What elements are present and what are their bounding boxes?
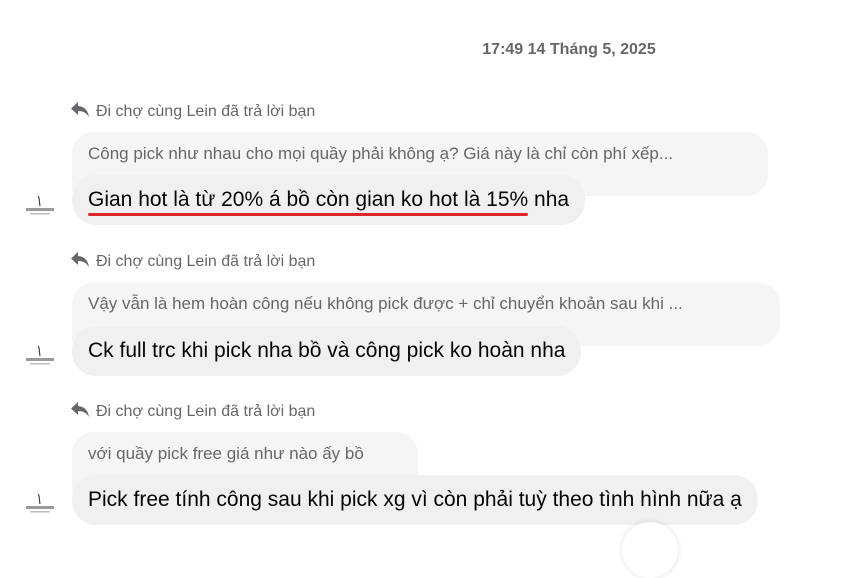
message-bubble[interactable]: Gian hot là từ 20% á bồ còn gian ko hot … (72, 175, 586, 225)
message-text-rest: nha (528, 188, 570, 211)
reply-arrow-icon (70, 100, 90, 123)
reply-label-text: Đi chợ cùng Lein đã trả lời bạn (96, 252, 316, 270)
message-bubble[interactable]: Ck full trc khi pick nha bồ và công pick… (72, 326, 582, 376)
reply-indicator: Đi chợ cùng Lein đã trả lời bạn (70, 400, 315, 423)
message-bubble[interactable]: Pick free tính công sau khi pick xg vì c… (72, 475, 758, 525)
reply-arrow-icon (70, 400, 90, 423)
sender-avatar[interactable] (24, 344, 56, 368)
underlined-text: Gian hot là từ 20% á bồ còn gian ko hot … (88, 175, 529, 225)
reply-indicator: Đi chợ cùng Lein đã trả lời bạn (70, 100, 315, 123)
reply-label-text: Đi chợ cùng Lein đã trả lời bạn (96, 402, 316, 420)
reply-label-text: Đi chợ cùng Lein đã trả lời bạn (96, 102, 316, 120)
scroll-down-button[interactable] (622, 522, 678, 578)
reply-arrow-icon (70, 250, 90, 273)
reply-indicator: Đi chợ cùng Lein đã trả lời bạn (70, 250, 315, 273)
message-timestamp: 17:49 14 Tháng 5, 2025 (482, 41, 656, 58)
sender-avatar[interactable] (24, 194, 56, 218)
sender-avatar[interactable] (24, 492, 56, 516)
